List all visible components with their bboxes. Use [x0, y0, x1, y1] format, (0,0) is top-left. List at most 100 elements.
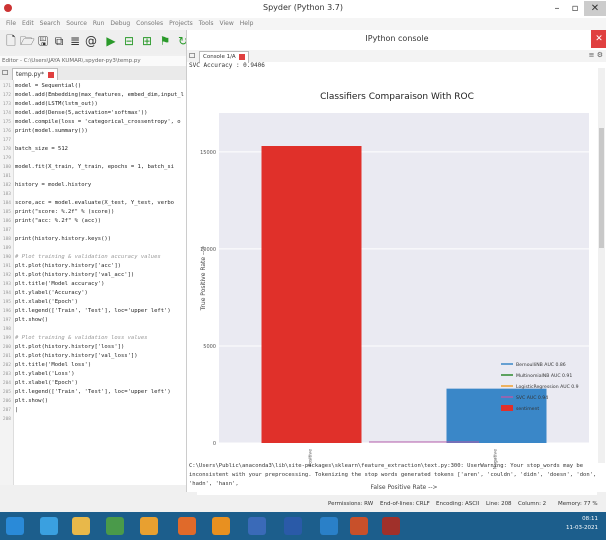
save-all-icon[interactable]: ⧉ [52, 34, 66, 48]
svc-accuracy-output: SVC Accuracy : 0.9406 [189, 62, 265, 69]
line-number: 171 [2, 84, 11, 89]
code-line[interactable]: 191 plt.plot(history.history['acc']) [0, 262, 121, 271]
open-file-icon[interactable]: 🗁 [20, 34, 35, 48]
media-icon[interactable] [106, 517, 124, 535]
editor-tab-label: temp.py* [16, 71, 44, 78]
folder-icon[interactable] [72, 517, 90, 535]
maximize-button[interactable]: ▫ [566, 1, 584, 16]
ie-icon[interactable] [40, 517, 58, 535]
menu-source[interactable]: Source [66, 18, 87, 30]
code-line[interactable]: 207 | [0, 406, 18, 415]
save-icon[interactable]: 🖫 [36, 34, 50, 48]
code-line[interactable]: 181 [0, 172, 15, 181]
code-line[interactable]: 174 model.add(Dense(5,activation='softmax… [0, 109, 148, 118]
code-line[interactable]: 186 print("acc: %.2f" % (acc)) [0, 217, 101, 226]
code-line[interactable]: 183 [0, 190, 15, 199]
code-line[interactable]: 172 model.add(Embedding(max_features, emb… [0, 91, 184, 100]
code-line[interactable]: 199 # Plot training & validation loss val… [0, 334, 148, 343]
system-clock[interactable]: 08:11 11-03-2021 [566, 515, 598, 533]
code-line[interactable]: 202 plt.title('Model loss') [0, 361, 91, 370]
console-scrollbar-thumb[interactable] [599, 128, 604, 248]
run-cell-icon[interactable]: ⊟ [122, 34, 136, 48]
spyder-icon[interactable] [382, 517, 400, 535]
console-close-button[interactable]: ✕ [591, 30, 606, 48]
code-line[interactable]: 180 model.fit(X_train, Y_train, epochs = … [0, 163, 174, 172]
code-text: model.add(LSTM(lstm_out)) [15, 101, 98, 107]
close-button[interactable]: ✕ [584, 1, 606, 16]
code-line[interactable]: 179 [0, 154, 15, 163]
list-icon[interactable]: ≣ [68, 34, 82, 48]
chrome-icon[interactable] [140, 517, 158, 535]
python-icon[interactable] [248, 517, 266, 535]
console-options-icon[interactable]: ≡ ⚙ [589, 51, 603, 59]
code-line[interactable]: 192 plt.plot(history.history['val_acc']) [0, 271, 134, 280]
menu-view[interactable]: View [220, 18, 234, 30]
code-line[interactable]: 206 plt.show() [0, 397, 48, 406]
code-line[interactable]: 194 plt.ylabel('Accuracy') [0, 289, 88, 298]
code-line[interactable]: 197 plt.show() [0, 316, 48, 325]
code-line[interactable]: 171 model = Sequential() [0, 82, 81, 91]
code-line[interactable]: 184 score,acc = model.evaluate(X_test, Y_… [0, 199, 174, 208]
code-line[interactable]: 201 plt.plot(history.history['val_loss']) [0, 352, 138, 361]
code-line[interactable]: 176 print(model.summary()) [0, 127, 88, 136]
line-number: 174 [2, 111, 11, 116]
windows-taskbar: 08:11 11-03-2021 [0, 512, 606, 540]
menu-projects[interactable]: Projects [169, 18, 193, 30]
code-line[interactable]: 196 plt.legend(['Train', 'Test'], loc='up… [0, 307, 171, 316]
close-tab-icon[interactable] [47, 71, 54, 78]
code-line[interactable]: 185 print("score: %.2f" % (score)) [0, 208, 114, 217]
powerpoint-icon[interactable] [350, 517, 368, 535]
vlc-icon[interactable] [212, 517, 230, 535]
firefox-icon[interactable] [178, 517, 196, 535]
code-editor[interactable]: 171 model = Sequential() 172 model.add(Embe… [0, 80, 186, 485]
word-icon[interactable] [284, 517, 302, 535]
code-text: plt.xlabel('Epoch') [15, 299, 78, 305]
at-icon[interactable]: @ [84, 34, 98, 48]
code-line[interactable]: 178 batch_size = 512 [0, 145, 68, 154]
menu-search[interactable]: Search [40, 18, 61, 30]
run-icon[interactable]: ▶ [104, 34, 118, 48]
menu-run[interactable]: Run [93, 18, 105, 30]
menu-debug[interactable]: Debug [110, 18, 130, 30]
code-line[interactable]: 187 [0, 226, 15, 235]
windows-start-icon[interactable] [6, 517, 24, 535]
code-line[interactable]: 177 [0, 136, 15, 145]
code-line[interactable]: 193 plt.title('Model accuracy') [0, 280, 105, 289]
code-line[interactable]: 188 print(history.history.keys()) [0, 235, 111, 244]
line-number: 203 [2, 372, 11, 377]
menu-consoles[interactable]: Consoles [136, 18, 163, 30]
menu-tools[interactable]: Tools [199, 18, 214, 30]
outlook-icon[interactable] [320, 517, 338, 535]
new-file-icon[interactable]: 🗋 [4, 34, 18, 48]
minimize-button[interactable]: – [548, 1, 566, 16]
browse-tabs-icon[interactable]: ☐ [2, 69, 10, 77]
menu-file[interactable]: File [6, 18, 16, 30]
code-line[interactable]: 189 [0, 244, 15, 253]
line-number: 180 [2, 165, 11, 170]
close-console-tab-icon[interactable] [239, 53, 246, 60]
menu-help[interactable]: Help [240, 18, 254, 30]
code-line[interactable]: 182 history = model.history [0, 181, 91, 190]
code-line[interactable]: 198 [0, 325, 15, 334]
editor-path: Editor - C:\Users\JAYA KUMAR\.spyder-py3… [0, 56, 186, 66]
code-line[interactable]: 205 plt.legend(['Train', 'Test'], loc='up… [0, 388, 171, 397]
run-cell-advance-icon[interactable]: ⊞ [140, 34, 154, 48]
console-tabbar: ☐ Console 1/A ≡ ⚙ [187, 50, 606, 63]
code-line[interactable]: 190 # Plot training & validation accuracy… [0, 253, 161, 262]
code-line[interactable]: 200 plt.plot(history.history['loss']) [0, 343, 124, 352]
menu-edit[interactable]: Edit [22, 18, 34, 30]
code-line[interactable]: 175 model.compile(loss = 'categorical_cro… [0, 118, 181, 127]
code-line[interactable]: 173 model.add(LSTM(lstm_out)) [0, 100, 98, 109]
line-number: 178 [2, 147, 11, 152]
browse-console-tabs-icon[interactable]: ☐ [189, 52, 195, 60]
editor-tabbar: ☐ temp.py* [0, 66, 186, 81]
code-line[interactable]: 208 [0, 415, 15, 424]
code-line[interactable]: 195 plt.xlabel('Epoch') [0, 298, 78, 307]
console-scrollbar[interactable] [598, 68, 605, 463]
code-line[interactable]: 203 plt.ylabel('Loss') [0, 370, 75, 379]
menu-bar: File Edit Search Source Run Debug Consoles Proj… [0, 18, 606, 30]
code-line[interactable]: 204 plt.xlabel('Epoch') [0, 379, 78, 388]
run-selection-icon[interactable]: ⚑ [158, 34, 172, 48]
